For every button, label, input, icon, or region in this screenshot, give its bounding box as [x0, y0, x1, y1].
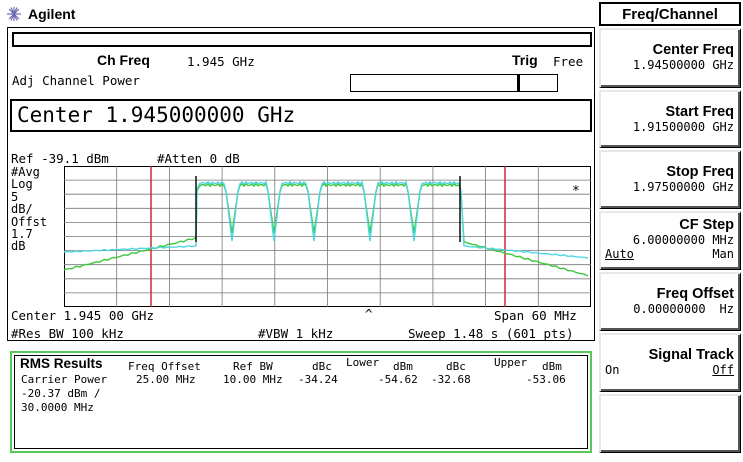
signal-track-softkey[interactable]: Signal Track On Off: [599, 333, 741, 392]
vbw: #VBW 1 kHz: [258, 326, 334, 341]
header-dbm-lower: dBm: [393, 360, 413, 373]
status-bar-indicator: [517, 75, 520, 91]
row-upper-dbc: -32.68: [431, 373, 471, 386]
offset-unit: dB: [11, 239, 26, 254]
caret: ^: [365, 306, 373, 321]
ref-level: Ref -39.1 dBm: [11, 151, 109, 166]
row-ref-bw: 10.00 MHz: [223, 373, 283, 386]
header-dbc-upper: dBc: [446, 360, 466, 373]
start-freq-value: 1.91500000 GHz: [632, 120, 734, 134]
spectrum-display: *: [64, 166, 591, 307]
header-lower: Lower: [346, 356, 380, 369]
carrier-power-label: Carrier Power: [21, 373, 108, 386]
cf-step-value: 6.00000000 MHz: [632, 233, 734, 247]
header-dbm-upper: dBm: [542, 360, 562, 373]
start-freq-label: Start Freq: [665, 104, 735, 120]
measurement-name: Adj Channel Power: [12, 73, 140, 88]
stop-freq-value: 1.97500000 GHz: [632, 180, 734, 194]
brand-label: Agilent: [28, 6, 76, 22]
agilent-spark-logo-icon: [7, 7, 21, 21]
signal-track-on-option: On: [605, 363, 620, 377]
header-ref-bw: Ref BW: [233, 360, 273, 373]
scale-labels: #Avg Log 5 dB/ Offst 1.7 dB: [11, 166, 47, 253]
header-freq-offset: Freq Offset: [128, 360, 201, 373]
stop-freq-label: Stop Freq: [666, 164, 734, 180]
screen-title-bar: [12, 32, 592, 47]
results-panel: RMS Results Freq Offset Ref BW dBc Lower…: [10, 351, 592, 453]
row-lower-dbc: -34.24: [298, 373, 338, 386]
res-bw: #Res BW 100 kHz: [11, 326, 124, 341]
center-freq-value: 1.94500000 GHz: [632, 58, 734, 72]
menu-title: Freq/Channel: [599, 2, 741, 26]
ch-freq-label: Ch Freq: [97, 52, 150, 68]
center-freq-softkey[interactable]: Center Freq 1.94500000 GHz: [599, 28, 741, 88]
stop-freq-softkey[interactable]: Stop Freq 1.97500000 GHz: [599, 150, 741, 209]
cf-step-auto-option: Auto: [605, 247, 634, 261]
start-freq-softkey[interactable]: Start Freq 1.91500000 GHz: [599, 90, 741, 148]
trig-label: Trig: [512, 52, 538, 68]
freq-offset-unit: Hz: [719, 302, 734, 316]
carrier-bandwidth: 30.0000 MHz: [21, 401, 94, 414]
center-readout: Center 1.945 00 GHz: [11, 308, 154, 323]
header-dbc-lower: dBc: [312, 360, 332, 373]
signal-track-off-option: Off: [712, 363, 734, 377]
row-upper-dbm: -53.06: [526, 373, 566, 386]
blank-softkey[interactable]: [599, 394, 741, 453]
trig-value: Free: [553, 54, 584, 69]
freq-offset-softkey[interactable]: Freq Offset 0.00000000 Hz: [599, 272, 741, 331]
freq-offset-label: Freq Offset: [656, 286, 734, 302]
center-freq-entry[interactable]: Center 1.945000000 GHz: [10, 99, 592, 132]
center-freq-label: Center Freq: [652, 42, 734, 58]
span-readout: Span 60 MHz: [494, 308, 577, 323]
row-lower-dbm: -54.62: [378, 373, 418, 386]
cf-step-label: CF Step: [679, 217, 734, 233]
brand: Agilent: [6, 3, 75, 25]
row-freq-offset: 25.00 MHz: [136, 373, 196, 386]
signal-track-label: Signal Track: [648, 347, 734, 363]
results-title: RMS Results: [20, 356, 103, 371]
marker-symbol: *: [572, 184, 580, 199]
cf-step-man-option: Man: [712, 247, 734, 261]
cf-step-softkey[interactable]: CF Step 6.00000000 MHz Auto Man: [599, 211, 741, 270]
header-upper: Upper: [494, 356, 528, 369]
status-bar: [350, 74, 558, 92]
scale-unit: dB/: [11, 202, 33, 217]
freq-offset-value: 0.00000000: [633, 302, 706, 316]
sweep-time: Sweep 1.48 s (601 pts): [408, 326, 574, 341]
atten-setting: #Atten 0 dB: [157, 151, 240, 166]
log-label: Log: [11, 177, 33, 192]
carrier-power-value: -20.37 dBm /: [21, 387, 101, 400]
ch-freq-value: 1.945 GHz: [187, 54, 255, 69]
